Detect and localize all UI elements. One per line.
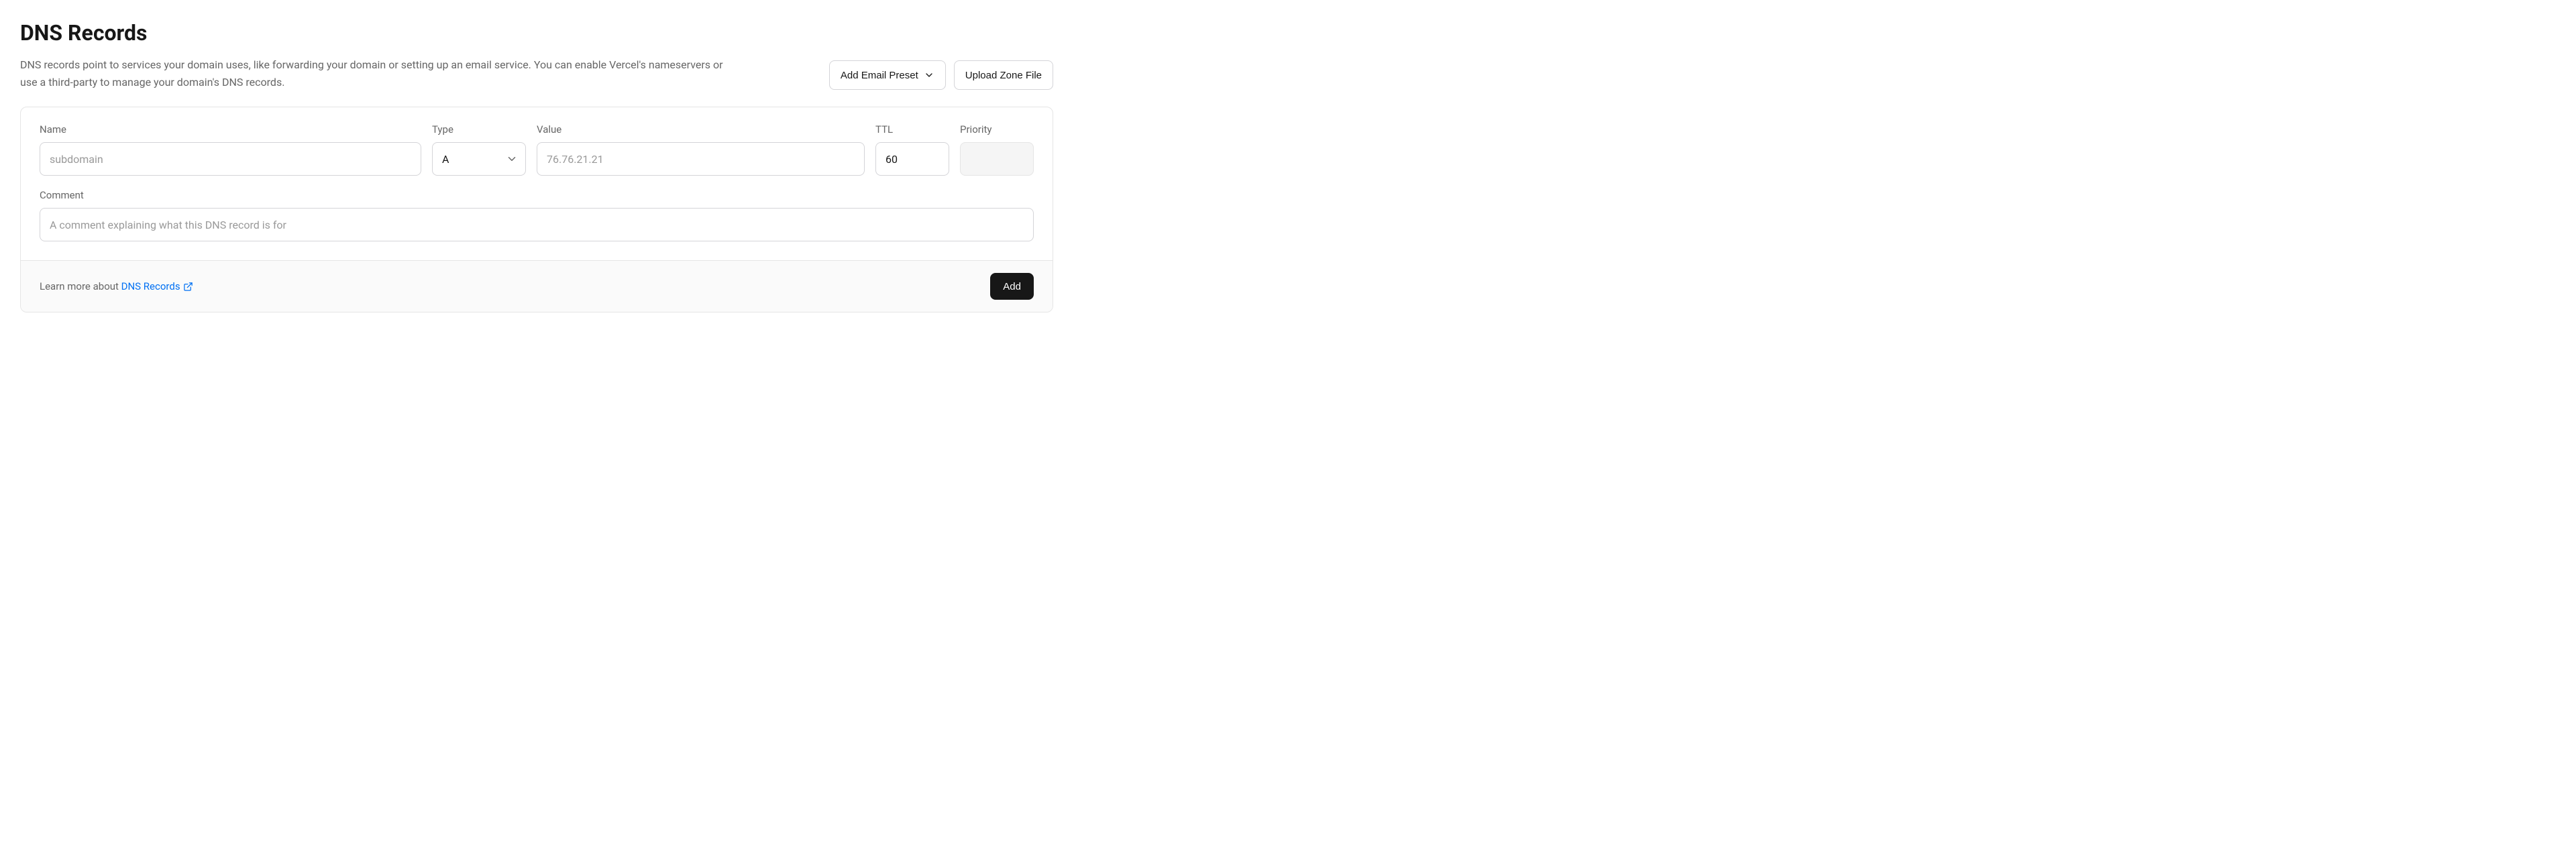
value-label: Value [537, 123, 865, 135]
type-select[interactable]: A [432, 142, 526, 176]
add-button[interactable]: Add [990, 273, 1034, 300]
upload-zone-file-label: Upload Zone File [965, 70, 1042, 81]
comment-input[interactable] [40, 208, 1034, 241]
dns-form-card: Name Type A Value T [20, 107, 1053, 312]
dns-records-link[interactable]: DNS Records [121, 280, 193, 292]
footer-prefix: Learn more about [40, 280, 121, 292]
add-email-preset-label: Add Email Preset [841, 70, 918, 81]
add-email-preset-button[interactable]: Add Email Preset [829, 60, 946, 90]
value-input[interactable] [537, 142, 865, 176]
page-description: DNS records point to services your domai… [20, 56, 724, 91]
external-link-icon [183, 282, 193, 292]
name-input[interactable] [40, 142, 421, 176]
priority-label: Priority [960, 123, 1034, 135]
name-label: Name [40, 123, 421, 135]
upload-zone-file-button[interactable]: Upload Zone File [954, 60, 1053, 90]
add-button-label: Add [1003, 281, 1021, 292]
dns-records-link-text: DNS Records [121, 280, 180, 292]
ttl-label: TTL [875, 123, 949, 135]
footer-text: Learn more about DNS Records [40, 280, 193, 292]
priority-input [960, 142, 1034, 176]
type-label: Type [432, 123, 526, 135]
chevron-down-icon [924, 70, 934, 80]
comment-label: Comment [40, 189, 1034, 201]
page-title: DNS Records [20, 20, 802, 46]
ttl-input[interactable] [875, 142, 949, 176]
